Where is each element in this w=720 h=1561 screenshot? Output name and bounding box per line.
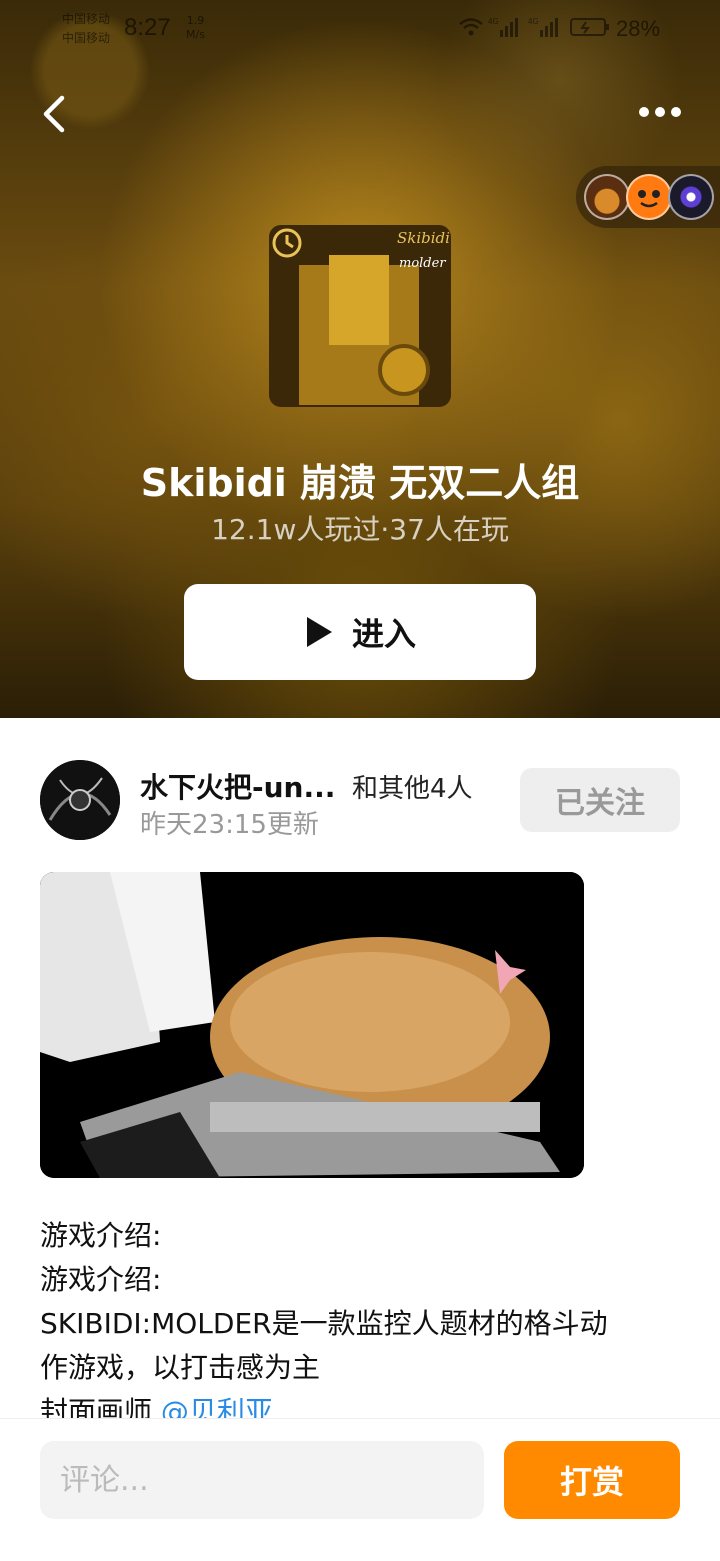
game-cover-image: Skibidi molder — [269, 225, 451, 407]
update-time: 昨天23:15更新 — [140, 810, 319, 840]
more-options-icon[interactable] — [636, 100, 684, 124]
tip-button[interactable]: 打赏 — [504, 1441, 680, 1519]
back-arrow-icon[interactable] — [36, 92, 76, 136]
bottom-action-bar: 打赏 — [0, 1418, 720, 1561]
game-stats: 12.1w人玩过·37人在玩 — [211, 513, 509, 546]
signal-icon-2: 4G — [528, 17, 558, 37]
comment-input[interactable] — [40, 1441, 484, 1519]
speed-value: 1.9 — [186, 14, 205, 27]
description-line: SKIBIDI:MOLDER是一款监控人题材的格斗动 — [40, 1307, 608, 1340]
cover-artist-line: 封面画师 @贝利亚 — [40, 1390, 690, 1418]
player-avatar-2 — [626, 174, 672, 220]
network-type-1: 4G — [488, 17, 499, 26]
co-authors[interactable]: 和其他4人 — [352, 768, 473, 805]
cover-artist-label: 封面画师 — [40, 1395, 153, 1418]
carrier-2: 中国移动 — [62, 31, 111, 45]
description-line: 游戏介绍: — [40, 1219, 162, 1252]
player-avatar-1 — [584, 174, 630, 220]
description-line: 作游戏，以打击感为主 — [40, 1351, 321, 1384]
clock: 8:27 — [124, 14, 171, 41]
cover-artist-mention[interactable]: @贝利亚 — [161, 1395, 273, 1418]
battery-icon — [570, 18, 609, 36]
carrier-1: 中国移动 — [62, 12, 111, 26]
carrier-labels: 中国移动 中国移动 — [62, 10, 110, 48]
network-speed: 1.9 M/s — [186, 14, 205, 42]
signal-icon-1: 4G — [488, 17, 518, 37]
speed-unit: M/s — [186, 28, 205, 41]
post-image[interactable] — [40, 872, 584, 1178]
network-type-2: 4G — [528, 17, 539, 26]
players-avatar-group[interactable] — [576, 166, 720, 228]
enter-game-button[interactable]: 进入 — [184, 584, 536, 680]
status-bar: 中国移动 中国移动 8:27 1.9 M/s 4G 4G 28% — [0, 0, 720, 60]
game-description: 游戏介绍: 游戏介绍: SKIBIDI:MOLDER是一款监控人题材的格斗动 作… — [40, 1214, 690, 1418]
author-name[interactable]: 水下火把-un... — [140, 766, 335, 806]
wifi-icon — [459, 18, 483, 36]
enter-label: 进入 — [351, 615, 416, 653]
follow-button[interactable]: 已关注 — [520, 768, 680, 832]
play-icon — [306, 617, 332, 647]
game-header-background: 中国移动 中国移动 8:27 1.9 M/s 4G 4G 28% Skibidi… — [0, 0, 720, 718]
author-avatar[interactable] — [40, 760, 120, 840]
cover-text-1: Skibidi — [397, 229, 450, 247]
game-title: Skibidi 崩溃 无双二人组 — [140, 461, 580, 505]
player-avatar-3 — [668, 174, 714, 220]
cover-text-2: molder — [399, 256, 446, 271]
battery-percent: 28% — [616, 16, 661, 41]
description-line: 游戏介绍: — [40, 1263, 162, 1296]
